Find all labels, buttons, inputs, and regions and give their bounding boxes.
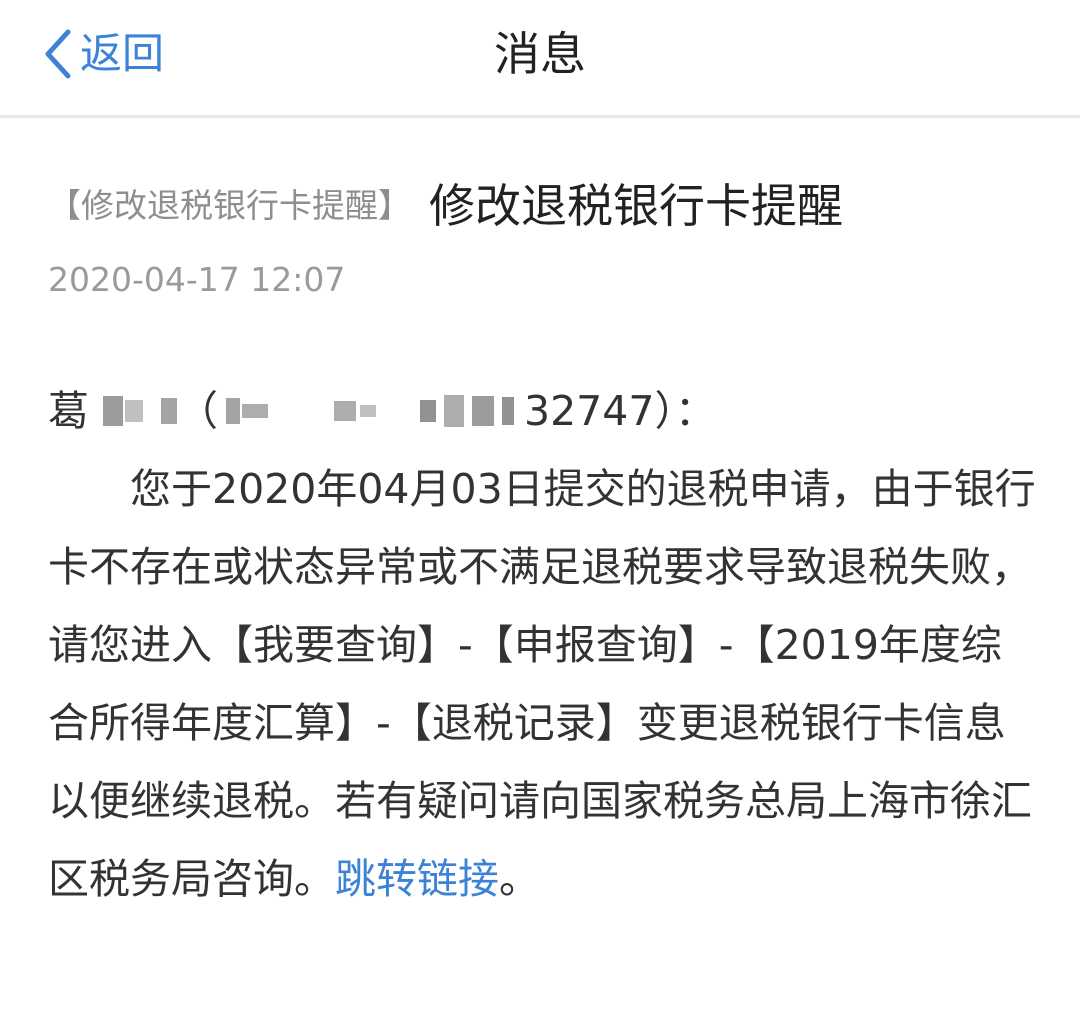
salutation-end: ）：	[654, 387, 716, 435]
message-header: 【修改退税银行卡提醒】 修改退税银行卡提醒	[48, 170, 1038, 236]
page-title: 消息	[494, 27, 586, 81]
jump-link[interactable]: 跳转链接	[335, 855, 499, 903]
message-end-punct: 。	[499, 855, 540, 903]
nav-bar: 返回 消息	[0, 0, 1080, 118]
redacted-name	[89, 396, 177, 426]
redacted-id-number	[218, 395, 514, 427]
id-open-paren: （	[177, 387, 218, 435]
recipient-name: 葛	[48, 387, 89, 435]
message-body: 葛 （ 32747 ）： 您于2020年04月03日提交的退税申请，由于银行卡不…	[48, 372, 1038, 918]
message-tag: 【修改退税银行卡提醒】	[48, 186, 411, 225]
id-number-suffix: 32747	[524, 387, 655, 435]
message-subject: 修改退税银行卡提醒	[429, 179, 843, 233]
message-paragraph: 您于2020年04月03日提交的退税申请，由于银行卡不存在或状态异常或不满足退税…	[48, 450, 1038, 918]
salutation: 葛 （ 32747 ）：	[48, 372, 1038, 450]
message-timestamp: 2020-04-17 12:07	[48, 260, 346, 299]
message-body-text: 您于2020年04月03日提交的退税申请，由于银行卡不存在或状态异常或不满足退税…	[48, 465, 1036, 903]
